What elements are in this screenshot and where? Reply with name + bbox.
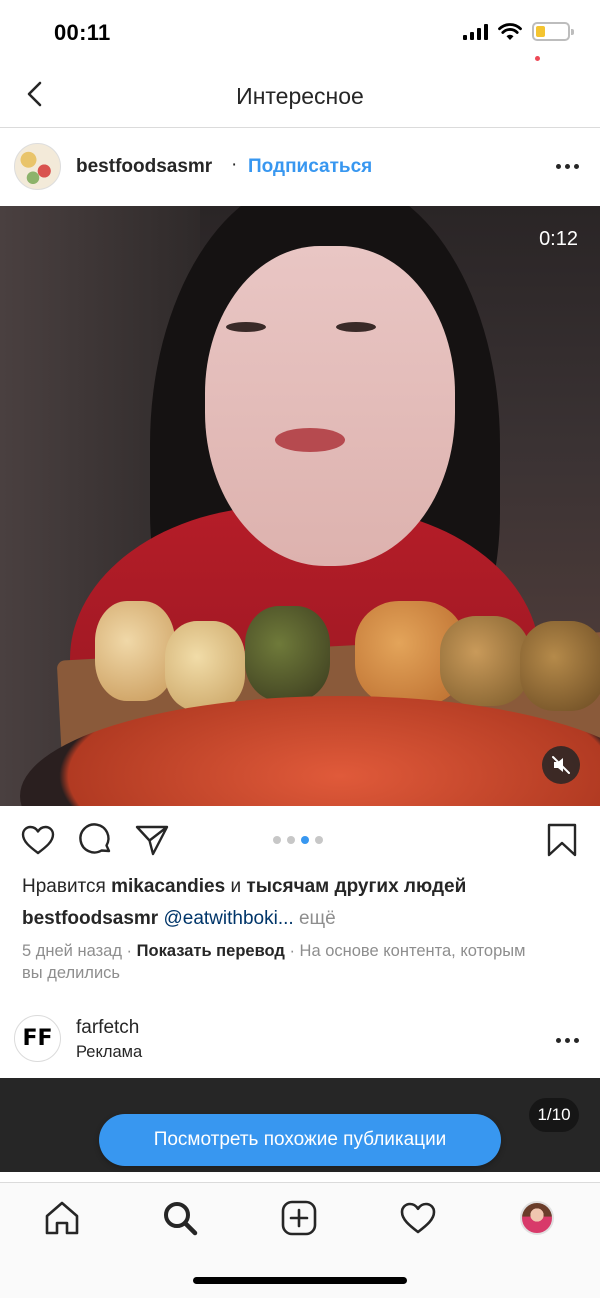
video-timer: 0:12 [539, 228, 578, 250]
home-indicator [193, 1277, 407, 1284]
caption-mention[interactable]: @eatwithboki... [163, 908, 293, 929]
ad-avatar[interactable]: FF [14, 1015, 61, 1062]
mute-button[interactable] [542, 746, 580, 784]
carousel-indicator [273, 836, 323, 844]
carousel-dot [273, 836, 281, 844]
more-options-icon[interactable] [556, 156, 580, 176]
profile-avatar[interactable] [520, 1201, 554, 1235]
wifi-icon [498, 22, 522, 40]
search-icon[interactable] [161, 1199, 199, 1237]
status-bar: 00:11 [0, 0, 600, 66]
carousel-dot [315, 836, 323, 844]
liker-username[interactable]: mikacandies [111, 876, 225, 897]
caption-more-link[interactable]: ещё [299, 908, 336, 929]
notification-dot [535, 56, 540, 61]
nav-header: Интересное [0, 66, 600, 128]
more-options-icon[interactable] [556, 1030, 580, 1050]
battery-icon [532, 22, 574, 41]
carousel-dot [287, 836, 295, 844]
bookmark-icon[interactable] [544, 822, 580, 858]
likes-line: Нравится mikacandies и тысячам других лю… [22, 876, 467, 897]
comment-icon[interactable] [78, 822, 114, 858]
activity-heart-icon[interactable] [399, 1199, 437, 1237]
status-icons [463, 22, 574, 41]
post-meta: 5 дней назад · Показать перевод · На осн… [22, 942, 526, 982]
signal-icon [463, 23, 488, 40]
ad-username[interactable]: farfetch [76, 1017, 139, 1039]
post-video[interactable]: 0:12 [0, 206, 600, 806]
page-title: Интересное [236, 83, 364, 109]
separator-dot: · [231, 154, 238, 175]
sponsored-label: Реклама [76, 1043, 143, 1061]
carousel-dot-active [301, 836, 309, 844]
add-post-icon[interactable] [280, 1199, 318, 1237]
see-similar-posts-button[interactable]: Посмотреть похожие публикации [99, 1114, 501, 1166]
follow-button[interactable]: Подписаться [248, 156, 372, 178]
share-send-icon[interactable] [134, 822, 170, 858]
show-translation-link[interactable]: Показать перевод [137, 942, 285, 960]
status-time: 00:11 [54, 20, 111, 45]
post-username[interactable]: bestfoodsasmr [76, 156, 212, 178]
carousel-counter: 1/10 [529, 1098, 579, 1132]
post-header: bestfoodsasmr · Подписаться [0, 128, 600, 206]
likes-others[interactable]: тысячам других людей [246, 876, 466, 897]
muted-speaker-icon [552, 756, 570, 774]
home-icon[interactable] [43, 1199, 81, 1237]
post-time: 5 дней назад [22, 942, 122, 960]
post-actions [0, 806, 600, 872]
avatar[interactable] [14, 143, 61, 190]
caption-username[interactable]: bestfoodsasmr [22, 908, 158, 929]
post-caption: bestfoodsasmr @eatwithboki... ещё [22, 908, 336, 930]
like-heart-icon[interactable] [20, 822, 56, 858]
ad-post-header: FF farfetch Реклама [0, 1000, 600, 1078]
